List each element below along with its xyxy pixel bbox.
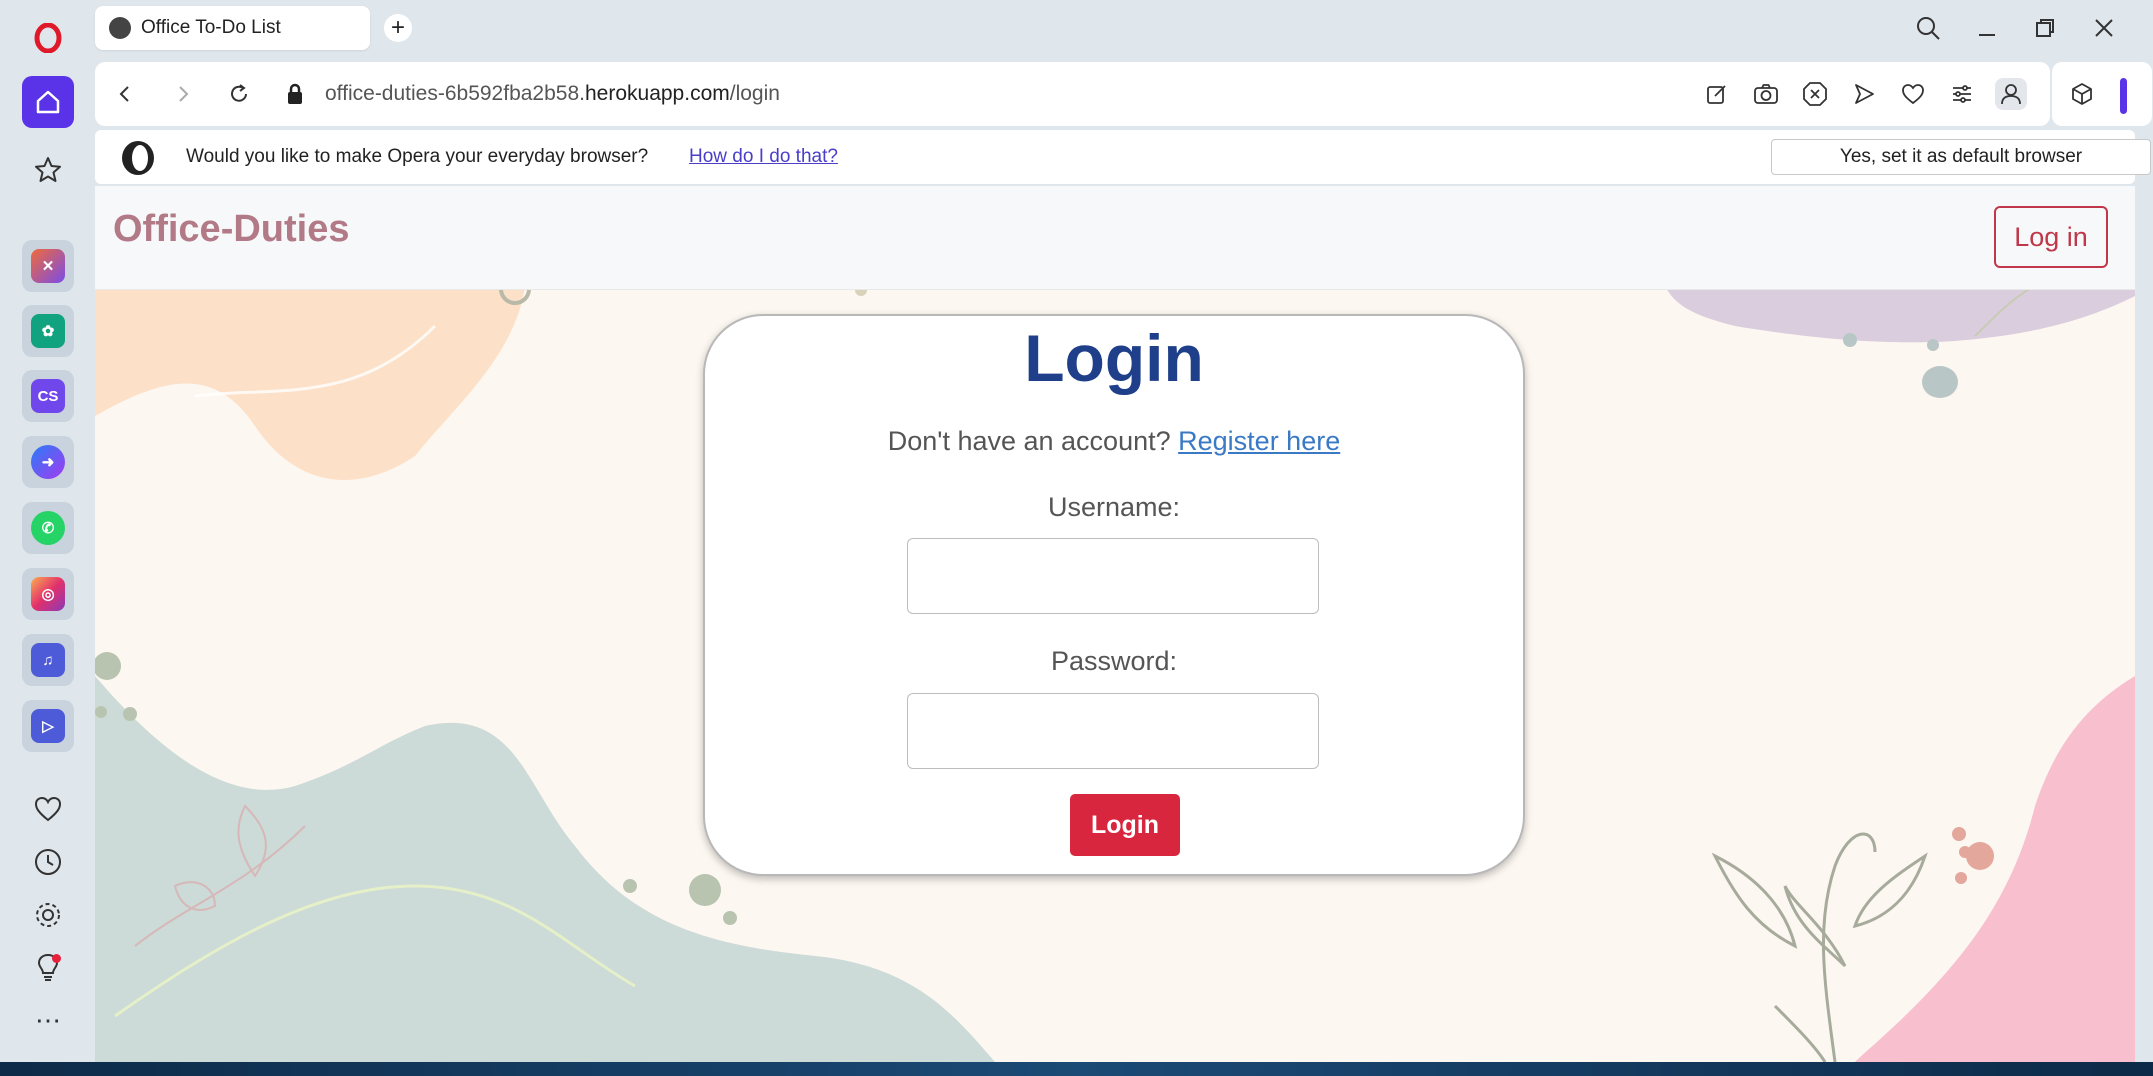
login-title: Login <box>1024 321 1204 395</box>
more-options-icon[interactable]: ⋯ <box>22 994 74 1046</box>
adblock-icon[interactable] <box>1799 78 1831 110</box>
history-clock-icon[interactable] <box>22 836 74 888</box>
easy-setup-icon[interactable] <box>1946 78 1978 110</box>
infobar-message: Would you like to make Opera your everyd… <box>186 146 649 167</box>
forward-icon[interactable] <box>167 78 199 110</box>
notification-dot <box>52 954 61 963</box>
site-brand[interactable]: Office-Duties <box>113 208 349 251</box>
send-icon[interactable] <box>1848 78 1880 110</box>
globe-icon <box>109 17 131 39</box>
lock-icon[interactable] <box>279 78 311 110</box>
snapshot-camera-icon[interactable] <box>1750 78 1782 110</box>
register-prompt-text: Don't have an account? <box>887 426 1171 456</box>
chatgpt-app-icon[interactable]: ✿ <box>22 305 74 357</box>
password-label: Password: <box>1050 646 1178 676</box>
edit-note-icon[interactable] <box>1701 78 1733 110</box>
close-window-icon[interactable] <box>2087 12 2121 44</box>
music-player-app-icon[interactable]: ♫ <box>22 634 74 686</box>
url-domain: herokuapp.com <box>584 82 730 105</box>
cs-app-icon[interactable]: CS <box>22 370 74 422</box>
aria-app-icon[interactable]: ✕ <box>22 240 74 292</box>
minimize-icon[interactable] <box>1970 12 2004 44</box>
search-tabs-icon[interactable] <box>1911 12 1945 44</box>
new-tab-button[interactable]: + <box>384 14 412 42</box>
username-input[interactable] <box>907 538 1319 614</box>
extensions-cube-icon[interactable] <box>2066 78 2098 110</box>
register-prompt: Don't have an account? Register here <box>705 426 1523 457</box>
register-link[interactable]: Register here <box>1178 426 1340 456</box>
extensions-area <box>2052 62 2152 126</box>
profile-icon[interactable] <box>1995 78 2027 110</box>
tab-title: Office To-Do List <box>141 17 281 38</box>
restore-window-icon[interactable] <box>2028 12 2062 44</box>
sidebar-accent-bar <box>2120 78 2127 114</box>
page-viewport: Office-Duties Log in Login Don't have an… <box>95 186 2135 1062</box>
settings-gear-icon[interactable] <box>22 889 74 941</box>
tab-office-todo[interactable]: Office To-Do List <box>95 6 370 50</box>
opera-menu-icon[interactable] <box>22 12 74 64</box>
default-browser-infobar: Would you like to make Opera your everyd… <box>95 130 2151 184</box>
lightbulb-icon[interactable] <box>22 942 74 994</box>
bookmarks-star-icon[interactable] <box>22 144 74 196</box>
password-input[interactable] <box>907 693 1319 769</box>
favorite-heart-icon[interactable] <box>1897 78 1929 110</box>
os-taskbar-strip <box>0 1062 2153 1076</box>
site-navbar: Office-Duties Log in <box>95 186 2135 290</box>
login-card: Login Don't have an account? Register he… <box>703 314 1525 876</box>
url-path: /login <box>729 82 780 105</box>
username-label: Username: <box>1047 492 1181 522</box>
opera-logo-icon <box>119 139 157 177</box>
address-bar: office-duties-6b592fba2b58.herokuapp.com… <box>95 62 2050 126</box>
set-default-browser-button[interactable]: Yes, set it as default browser <box>1771 139 2151 175</box>
instagram-app-icon[interactable]: ◎ <box>22 568 74 620</box>
url-prefix: office-duties-6b592fba2b58. <box>325 82 585 105</box>
url-text[interactable]: office-duties-6b592fba2b58.herokuapp.com… <box>325 82 780 106</box>
tab-strip: Office To-Do List + <box>90 0 2153 56</box>
messenger-app-icon[interactable]: ➜ <box>22 436 74 488</box>
how-do-i-link[interactable]: How do I do that? <box>689 146 838 168</box>
opera-sidebar: ✕ ✿ CS ➜ ✆ ◎ ♫ ▷ ⋯ <box>0 0 90 1062</box>
reload-icon[interactable] <box>223 78 255 110</box>
login-submit-button[interactable]: Login <box>1070 794 1180 856</box>
nav-login-button[interactable]: Log in <box>1994 206 2108 268</box>
back-icon[interactable] <box>109 78 141 110</box>
heart-icon[interactable] <box>22 783 74 835</box>
player-app-icon[interactable]: ▷ <box>22 700 74 752</box>
home-icon[interactable] <box>22 76 74 128</box>
whatsapp-app-icon[interactable]: ✆ <box>22 502 74 554</box>
